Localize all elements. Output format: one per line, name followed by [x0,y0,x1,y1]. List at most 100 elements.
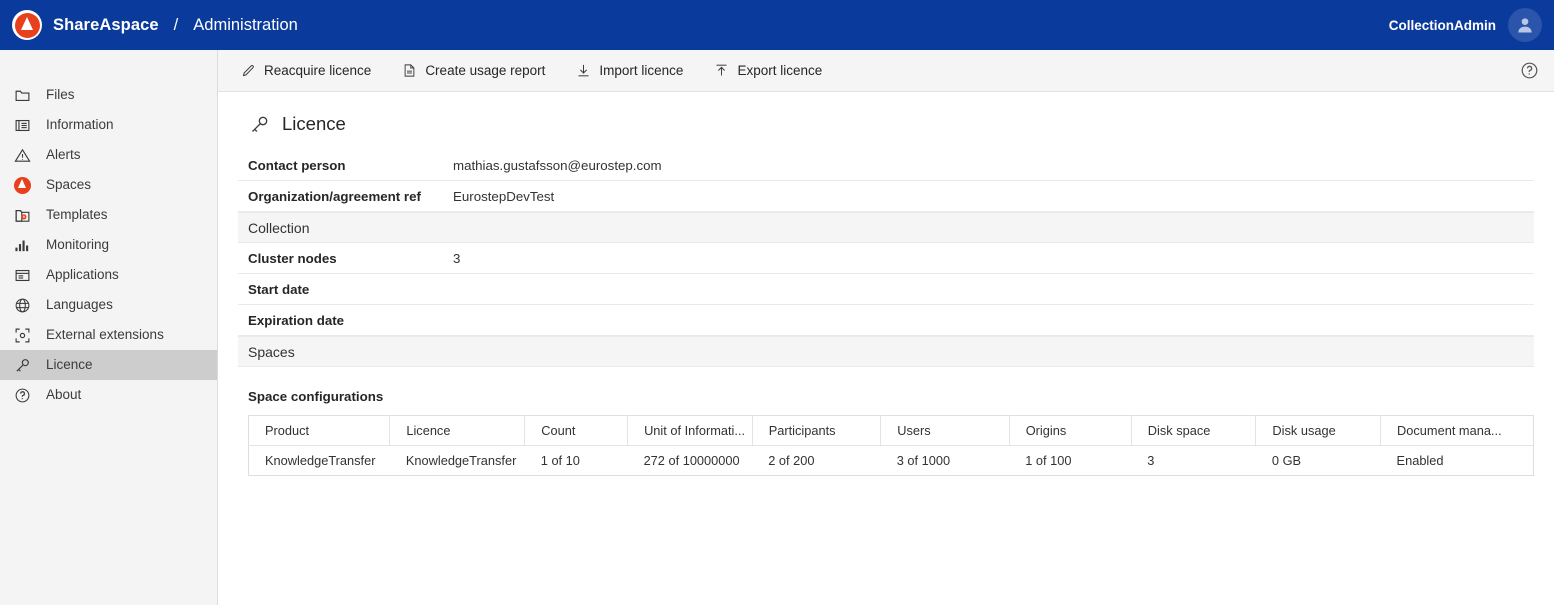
column-header-disk-usage[interactable]: Disk usage [1256,416,1381,446]
sidebar-item-information[interactable]: Information [0,110,217,140]
sidebar-item-applications[interactable]: Applications [0,260,217,290]
property-value: EurostepDevTest [453,189,554,204]
cell-participants: 2 of 200 [752,446,881,476]
table-header-row: Product Licence Count Unit of Informati.… [249,416,1534,446]
sidebar-item-label: About [46,388,81,402]
sidebar-item-label: External extensions [46,328,164,342]
header-user-area: CollectionAdmin [1389,0,1542,50]
property-label: Organization/agreement ref [248,189,453,204]
sidebar-item-label: Monitoring [46,238,109,252]
property-row-cluster-nodes: Cluster nodes 3 [238,243,1534,274]
sidebar-item-label: Files [46,88,75,102]
brand-separator: / [174,16,179,35]
cell-unit-of-information: 272 of 10000000 [628,446,753,476]
sidebar-item-label: Alerts [46,148,81,162]
key-icon [248,113,270,135]
space-configurations-table: Product Licence Count Unit of Informati.… [248,415,1534,476]
property-row-organization-agreement-ref: Organization/agreement ref EurostepDevTe… [238,181,1534,212]
space-configurations-block: Space configurations [238,389,1534,476]
reacquire-licence-button[interactable]: Reacquire licence [234,59,381,83]
sidebar-item-label: Applications [46,268,119,282]
sidebar-item-monitoring[interactable]: Monitoring [0,230,217,260]
help-button[interactable] [1518,60,1540,82]
page-heading: Licence [238,92,1534,138]
column-header-document-management[interactable]: Document mana... [1381,416,1534,446]
table-caption: Space configurations [248,389,1534,404]
property-section-spaces: Spaces [238,336,1534,367]
cell-disk-usage: 0 GB [1256,446,1381,476]
pencil-icon [240,63,256,79]
action-toolbar: Reacquire licence Create usage report [218,50,1554,92]
spaces-logo-icon [12,175,32,195]
sidebar-item-templates[interactable]: Templates [0,200,217,230]
tool-button-label: Reacquire licence [264,63,371,78]
tool-button-label: Create usage report [425,63,545,78]
sidebar-item-licence[interactable]: Licence [0,350,217,380]
user-avatar-icon[interactable] [1508,8,1542,42]
sidebar-item-spaces[interactable]: Spaces [0,170,217,200]
sidebar-item-about[interactable]: About [0,380,217,410]
property-row-contact-person: Contact person mathias.gustafsson@eurost… [238,150,1534,181]
brand-title: ShareAspace [53,16,159,35]
property-row-start-date: Start date [238,274,1534,305]
content-column: Reacquire licence Create usage report [218,50,1554,605]
export-licence-button[interactable]: Export licence [707,59,832,83]
body-wrapper: Files Information [0,50,1554,605]
current-user-name: CollectionAdmin [1389,18,1496,33]
sidebar-item-files[interactable]: Files [0,80,217,110]
property-label: Expiration date [248,313,453,328]
warning-triangle-icon [12,145,32,165]
property-label: Start date [248,282,453,297]
sidebar-item-alerts[interactable]: Alerts [0,140,217,170]
application-window-icon [12,265,32,285]
property-label: Cluster nodes [248,251,453,266]
extension-icon [12,325,32,345]
cell-origins: 1 of 100 [1009,446,1131,476]
property-section-label: Collection [248,220,309,236]
sidebar-item-label: Licence [46,358,93,372]
shareaspace-logo-icon [12,10,42,40]
cell-users: 3 of 1000 [881,446,1010,476]
folder-icon [12,85,32,105]
page-title: Licence [282,113,346,135]
property-section-label: Spaces [248,344,295,360]
property-label: Contact person [248,158,453,173]
sidebar-item-label: Languages [46,298,113,312]
create-usage-report-button[interactable]: Create usage report [395,59,555,83]
sidebar-item-external-extensions[interactable]: External extensions [0,320,217,350]
table-row[interactable]: KnowledgeTransfer KnowledgeTransfer 1 of… [249,446,1534,476]
property-value: 3 [453,251,460,266]
key-icon [12,355,32,375]
main-panel: Licence Contact person mathias.gustafsso… [218,92,1554,605]
column-header-users[interactable]: Users [881,416,1010,446]
cell-count: 1 of 10 [525,446,628,476]
cell-product: KnowledgeTransfer [249,446,390,476]
column-header-origins[interactable]: Origins [1009,416,1131,446]
column-header-product[interactable]: Product [249,416,390,446]
sidebar-item-languages[interactable]: Languages [0,290,217,320]
template-folder-icon [12,205,32,225]
tool-button-label: Import licence [599,63,683,78]
question-circle-icon [12,385,32,405]
licence-property-list: Contact person mathias.gustafsson@eurost… [238,150,1534,367]
cell-disk-space: 3 [1131,446,1256,476]
column-header-disk-space[interactable]: Disk space [1131,416,1256,446]
column-header-count[interactable]: Count [525,416,628,446]
brand-block[interactable]: ShareAspace / Administration [12,10,298,40]
brand-section: Administration [193,16,298,35]
upload-arrow-icon [713,63,729,79]
sidebar-item-label: Spaces [46,178,91,192]
tool-button-label: Export licence [737,63,822,78]
information-panel-icon [12,115,32,135]
column-header-licence[interactable]: Licence [390,416,525,446]
property-section-collection: Collection [238,212,1534,243]
app-header: ShareAspace / Administration CollectionA… [0,0,1554,50]
bar-chart-icon [12,235,32,255]
column-header-unit-of-information[interactable]: Unit of Informati... [628,416,753,446]
column-header-participants[interactable]: Participants [752,416,881,446]
download-arrow-icon [575,63,591,79]
cell-document-management: Enabled [1381,446,1534,476]
import-licence-button[interactable]: Import licence [569,59,693,83]
cell-licence: KnowledgeTransfer [390,446,525,476]
document-report-icon [401,63,417,79]
